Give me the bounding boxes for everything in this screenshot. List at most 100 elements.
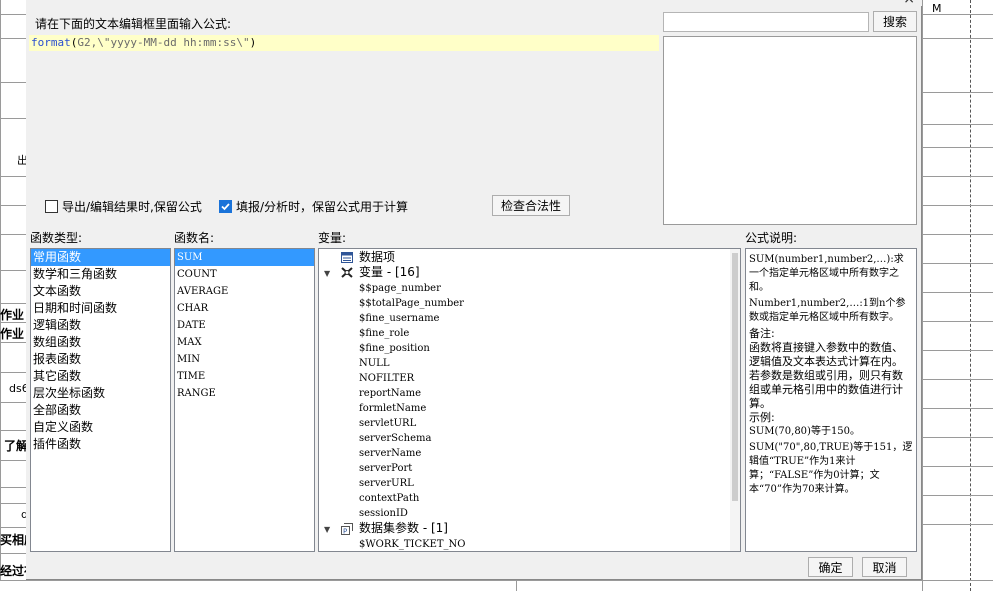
bg-cell[interactable]: 了解 xyxy=(4,437,26,454)
tree-leaf[interactable]: serverURL xyxy=(359,476,414,491)
list-item[interactable]: SUM xyxy=(175,249,314,266)
tree-leaf[interactable]: $fine_username xyxy=(359,311,439,326)
formula-string-token: \"yyyy-MM-dd hh:mm:ss\" xyxy=(97,36,250,49)
grid-line xyxy=(922,147,993,148)
list-item[interactable]: AVERAGE xyxy=(175,283,314,300)
cancel-button[interactable]: 取消 xyxy=(862,557,907,577)
list-item[interactable]: 日期和时间函数 xyxy=(31,300,170,317)
search-button[interactable]: 搜索 xyxy=(873,11,917,32)
grid-line xyxy=(0,303,26,304)
tree-node-variables[interactable]: ▼ 变量 - [16] xyxy=(319,265,719,280)
tree-leaf[interactable]: reportName xyxy=(359,386,421,401)
tree-leaf[interactable]: $$totalPage_number xyxy=(359,296,464,311)
formula-paren-token: ) xyxy=(249,36,257,49)
check-validity-button[interactable]: 检查合法性 xyxy=(492,195,570,216)
variables-scrollbar[interactable] xyxy=(730,249,740,551)
tree-leaf[interactable]: servletURL xyxy=(359,416,416,431)
formula-dialog: × 请在下面的文本编辑框里面输入公式: format(G2,\"yyyy-MM-… xyxy=(26,0,922,580)
list-item[interactable]: 全部函数 xyxy=(31,402,170,419)
tree-leaf[interactable]: serverSchema xyxy=(359,431,431,446)
list-item[interactable]: 数学和三角函数 xyxy=(31,266,170,283)
grid-line xyxy=(0,0,1,580)
bg-cell[interactable]: 买相应 xyxy=(0,531,26,548)
tree-node-data-item[interactable]: 数据项 xyxy=(319,250,719,265)
keep-formula-export-checkbox[interactable] xyxy=(45,200,58,213)
grid-line xyxy=(922,524,993,525)
close-icon[interactable]: × xyxy=(903,0,915,7)
grid-line xyxy=(0,527,26,528)
list-item[interactable]: 插件函数 xyxy=(31,436,170,453)
tree-leaf[interactable]: contextPath xyxy=(359,491,419,506)
tree-leaf[interactable]: $$page_number xyxy=(359,281,441,296)
grid-line xyxy=(0,402,26,403)
description-paragraph: 备注: xyxy=(749,327,775,340)
function-name-label: 函数名: xyxy=(174,231,215,245)
list-item[interactable]: 常用函数 xyxy=(31,249,170,266)
list-item[interactable]: MIN xyxy=(175,351,314,368)
list-item[interactable]: RANGE xyxy=(175,385,314,402)
formula-cell-token: G2, xyxy=(77,36,98,49)
grid-line xyxy=(922,437,993,438)
keep-formula-fill-label: 填报/分析时，保留公式用于计算 xyxy=(236,200,409,214)
list-item[interactable]: MAX xyxy=(175,334,314,351)
list-item[interactable]: TIME xyxy=(175,368,314,385)
keep-formula-fill-option[interactable]: 填报/分析时，保留公式用于计算 xyxy=(219,198,408,215)
grid-line xyxy=(0,372,26,373)
search-input[interactable] xyxy=(663,12,869,32)
variables-tree[interactable]: 数据项 ▼ 变量 - [16] $$page_number $$totalPag… xyxy=(318,248,741,552)
tree-leaf[interactable]: serverPort xyxy=(359,461,412,476)
list-item[interactable]: 报表函数 xyxy=(31,351,170,368)
ok-button[interactable]: 确定 xyxy=(808,557,853,577)
grid-line xyxy=(922,350,993,351)
tree-leaf[interactable]: $WORK_TICKET_NO xyxy=(359,537,466,551)
grid-line xyxy=(922,176,993,177)
tree-leaf[interactable]: formletName xyxy=(359,401,426,416)
tree-leaf[interactable]: $fine_role xyxy=(359,326,409,341)
function-name-list[interactable]: SUM COUNT AVERAGE CHAR DATE MAX MIN TIME… xyxy=(174,248,315,552)
tree-leaf[interactable]: $fine_position xyxy=(359,341,430,356)
page-break-line xyxy=(970,0,971,591)
tree-leaf[interactable]: NULL xyxy=(359,356,389,371)
grid-line xyxy=(0,205,26,206)
bg-cell[interactable]: 作业 xyxy=(0,325,26,342)
list-item[interactable]: COUNT xyxy=(175,266,314,283)
dataset-param-icon: P xyxy=(341,523,353,535)
variables-label: 变量: xyxy=(318,231,347,245)
bg-cell[interactable]: 经过在 xyxy=(0,562,26,579)
tree-leaf[interactable]: serverName xyxy=(359,446,421,461)
list-item[interactable]: 数组函数 xyxy=(31,334,170,351)
scrollbar-thumb[interactable] xyxy=(732,253,738,501)
list-item[interactable]: 文本函数 xyxy=(31,283,170,300)
list-item[interactable]: CHAR xyxy=(175,300,314,317)
expand-arrow-icon[interactable]: ▼ xyxy=(324,266,330,281)
svg-text:P: P xyxy=(343,528,347,536)
formula-editor[interactable]: format(G2,\"yyyy-MM-dd hh:mm:ss\") xyxy=(29,32,659,185)
column-header-m[interactable]: M xyxy=(932,2,942,15)
list-item[interactable]: DATE xyxy=(175,317,314,334)
tree-leaf[interactable]: sessionID xyxy=(359,506,408,521)
bg-cell[interactable]: 作业 xyxy=(0,306,26,323)
grid-line xyxy=(922,234,993,235)
tree-leaf[interactable]: NOFILTER xyxy=(359,371,414,386)
bg-cell[interactable]: ds6 xyxy=(9,382,26,395)
list-item[interactable]: 逻辑函数 xyxy=(31,317,170,334)
formula-instruction-label: 请在下面的文本编辑框里面输入公式: xyxy=(35,17,232,31)
list-item[interactable]: 自定义函数 xyxy=(31,419,170,436)
grid-line xyxy=(922,379,993,380)
keep-formula-fill-checkbox[interactable] xyxy=(219,200,232,213)
description-paragraph: SUM(70,80)等于150。 xyxy=(749,426,861,437)
keep-formula-export-option[interactable]: 导出/编辑结果时,保留公式 xyxy=(45,198,202,215)
search-results-box[interactable] xyxy=(663,36,917,225)
grid-line xyxy=(516,580,517,591)
function-type-list[interactable]: 常用函数 数学和三角函数 文本函数 日期和时间函数 逻辑函数 数组函数 报表函数… xyxy=(30,248,171,552)
expand-arrow-icon[interactable]: ▼ xyxy=(324,522,330,537)
grid-line xyxy=(922,92,993,93)
grid-line xyxy=(0,487,26,488)
list-item[interactable]: 层次坐标函数 xyxy=(31,385,170,402)
formula-editor-line[interactable]: format(G2,\"yyyy-MM-dd hh:mm:ss\") xyxy=(29,35,659,51)
list-item[interactable]: 其它函数 xyxy=(31,368,170,385)
grid-line xyxy=(0,38,26,39)
table-icon xyxy=(341,252,353,263)
function-type-label: 函数类型: xyxy=(30,231,83,245)
tree-node-dataset-params[interactable]: ▼ P 数据集参数 - [1] xyxy=(319,521,719,536)
